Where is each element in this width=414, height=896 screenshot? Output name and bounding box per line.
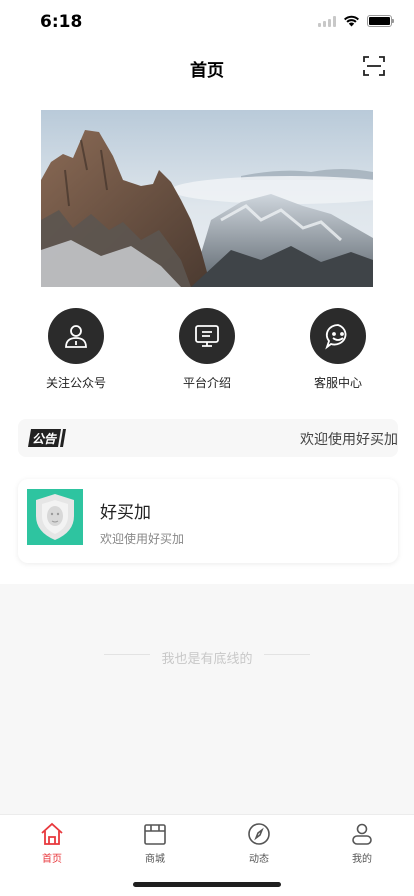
quick-item-follow-account[interactable]: 关注公众号 <box>21 308 131 391</box>
quick-icon-circle <box>48 308 104 364</box>
wifi-icon <box>344 15 359 27</box>
status-bar: 6:18 <box>0 0 414 44</box>
content-end-area: 我也是有底线的 <box>0 584 414 814</box>
store-logo <box>27 489 83 545</box>
quick-label: 平台介绍 <box>182 376 231 390</box>
page-title: 首页 <box>190 61 224 81</box>
notice-text: 欢迎使用好买加 <box>300 432 398 448</box>
notice-bar[interactable]: 公告 欢迎使用好买加 <box>18 419 398 457</box>
banner-image[interactable] <box>41 110 373 287</box>
store-name: 好买加 <box>100 503 151 523</box>
notice-tag: 公告 <box>28 428 68 448</box>
scan-icon[interactable] <box>362 54 386 78</box>
signal-icon <box>318 15 336 27</box>
store-description: 欢迎使用好买加 <box>100 532 185 546</box>
quick-item-platform-intro[interactable]: 平台介绍 <box>152 308 262 391</box>
tab-feed[interactable]: 动态 <box>224 821 294 865</box>
home-icon <box>41 822 63 845</box>
battery-icon <box>367 15 394 27</box>
shop-icon <box>144 824 166 845</box>
quick-item-customer-service[interactable]: 客服中心 <box>283 308 393 391</box>
tab-home[interactable]: 首页 <box>17 821 87 865</box>
shield-face-icon <box>36 494 74 540</box>
home-indicator <box>133 882 281 887</box>
chat-icon <box>325 324 347 350</box>
tab-label: 动态 <box>249 854 269 865</box>
home-screen: 6:18 首页 关注公众号 平台介绍 客服中心 公告 欢迎使用好买加 好买加 欢… <box>0 0 414 896</box>
quick-icon-circle <box>179 308 235 364</box>
compass-icon <box>248 823 270 845</box>
tab-label: 首页 <box>42 854 62 865</box>
quick-icon-circle <box>310 308 366 364</box>
quick-label: 客服中心 <box>313 376 362 390</box>
monitor-icon <box>195 325 219 347</box>
notice-tag-label: 公告 <box>32 432 57 446</box>
tab-shop[interactable]: 商城 <box>120 821 190 865</box>
store-card[interactable]: 好买加 欢迎使用好买加 <box>18 479 398 563</box>
quick-label: 关注公众号 <box>45 376 106 390</box>
quick-menu: 关注公众号 平台介绍 客服中心 <box>0 308 414 398</box>
profile-icon <box>352 823 372 845</box>
tab-profile[interactable]: 我的 <box>327 821 397 865</box>
tab-label: 我的 <box>352 854 372 865</box>
tab-label: 商城 <box>145 854 165 865</box>
end-text: 我也是有底线的 <box>161 652 253 667</box>
status-icons <box>318 15 394 27</box>
user-icon <box>65 325 87 348</box>
nav-bar: 首页 <box>0 44 414 90</box>
status-time: 6:18 <box>40 12 83 32</box>
